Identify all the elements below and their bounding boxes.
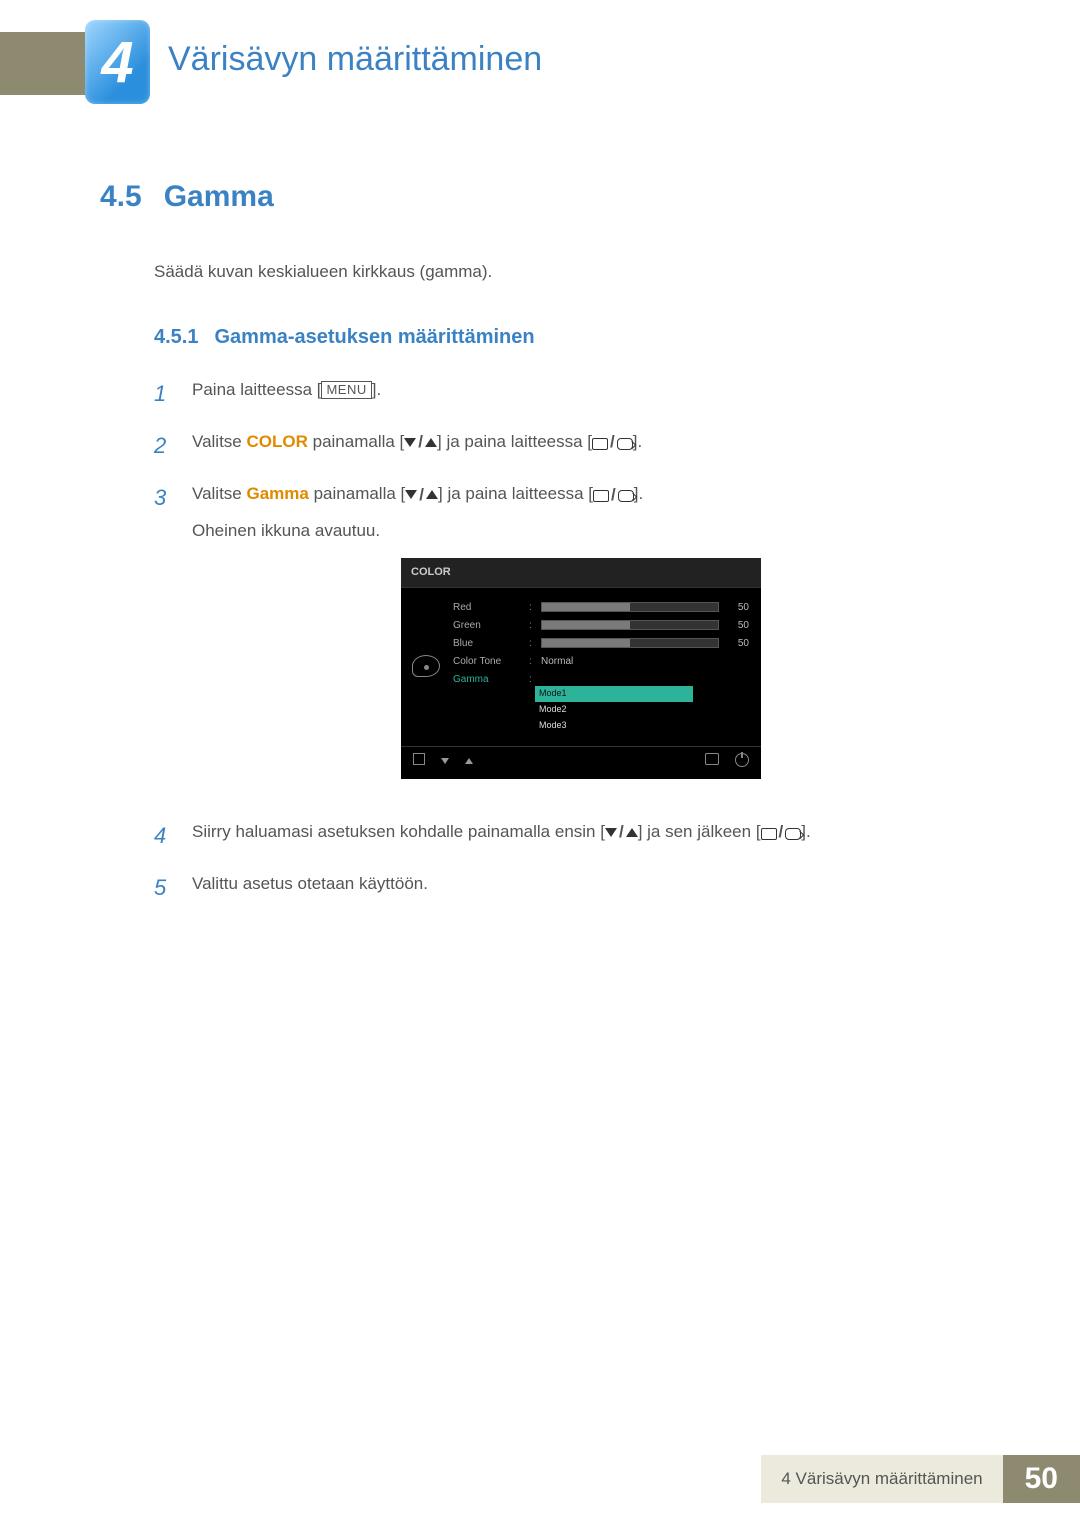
menu-button-label: MENU	[321, 381, 371, 399]
osd-label-highlight: Gamma	[453, 672, 523, 688]
step-text: ] ja sen jälkeen [	[638, 822, 761, 841]
step-text: Valitse	[192, 432, 247, 451]
power-icon	[735, 753, 749, 773]
section-heading: 4.5 Gamma	[100, 180, 970, 214]
step-text: ].	[372, 380, 381, 399]
palette-icon	[412, 655, 440, 677]
up-icon	[465, 753, 473, 773]
step-text: ].	[801, 822, 810, 841]
osd-row-red: Red : 50	[453, 598, 749, 616]
osd-text-value: Normal	[541, 654, 719, 670]
osd-slider	[541, 638, 719, 648]
down-up-arrows-icon: /	[404, 429, 437, 455]
step-followup: Oheinen ikkuna avautuu.	[192, 518, 970, 544]
osd-value: 50	[725, 636, 749, 652]
osd-mode-option: Mode3	[535, 718, 693, 734]
osd-label: Color Tone	[453, 654, 523, 670]
source-enter-icon: /	[761, 819, 802, 845]
osd-row-blue: Blue : 50	[453, 634, 749, 652]
osd-label: Red	[453, 600, 523, 616]
step-number: 4	[154, 819, 172, 853]
step-text: Paina laitteessa [	[192, 380, 321, 399]
subsection-number: 4.5.1	[154, 326, 198, 349]
osd-mode-selected: Mode1	[535, 686, 693, 702]
subsection-heading: 4.5.1 Gamma-asetuksen määrittäminen	[154, 326, 970, 349]
back-icon	[413, 753, 425, 773]
chapter-number: 4	[101, 29, 133, 96]
footer-chapter-label: 4 Värisävyn määrittäminen	[761, 1455, 1002, 1503]
osd-mode-option: Mode2	[535, 702, 693, 718]
step-text: painamalla [	[309, 484, 405, 503]
source-enter-icon: /	[593, 482, 634, 508]
step-text: Valittu asetus otetaan käyttöön.	[192, 871, 970, 905]
step-text: Siirry haluamasi asetuksen kohdalle pain…	[192, 822, 605, 841]
osd-label: Blue	[453, 636, 523, 652]
section-number: 4.5	[100, 180, 142, 214]
osd-label: Green	[453, 618, 523, 634]
osd-screenshot: COLOR Red : 50	[401, 558, 761, 779]
step-1: 1 Paina laitteessa [MENU].	[154, 377, 970, 411]
down-icon	[441, 753, 449, 773]
step-5: 5 Valittu asetus otetaan käyttöön.	[154, 871, 970, 905]
osd-value: 50	[725, 600, 749, 616]
emphasis-color: COLOR	[247, 432, 308, 451]
down-up-arrows-icon: /	[405, 482, 438, 508]
osd-slider	[541, 620, 719, 630]
osd-value: 50	[725, 618, 749, 634]
osd-title: COLOR	[401, 558, 761, 588]
source-enter-icon: /	[592, 429, 633, 455]
footer-page-number: 50	[1003, 1455, 1080, 1503]
step-number: 1	[154, 377, 172, 411]
step-text: ] ja paina laitteessa [	[437, 432, 592, 451]
step-text: ].	[634, 484, 643, 503]
subsection-title: Gamma-asetuksen määrittäminen	[214, 326, 534, 349]
step-text: Valitse	[192, 484, 247, 503]
down-up-arrows-icon: /	[605, 819, 638, 845]
osd-row-colortone: Color Tone : Normal	[453, 652, 749, 670]
osd-row-green: Green : 50	[453, 616, 749, 634]
section-intro: Säädä kuvan keskialueen kirkkaus (gamma)…	[154, 262, 970, 282]
step-number: 5	[154, 871, 172, 905]
step-text: ].	[633, 432, 642, 451]
chapter-title: Värisävyn määrittäminen	[168, 40, 542, 79]
osd-slider	[541, 602, 719, 612]
section-title: Gamma	[164, 180, 274, 214]
chapter-number-badge: 4	[85, 20, 150, 104]
page-footer: 4 Värisävyn määrittäminen 50	[761, 1455, 1080, 1503]
step-number: 3	[154, 481, 172, 801]
step-text: painamalla [	[308, 432, 404, 451]
step-text: ] ja paina laitteessa [	[438, 484, 593, 503]
osd-mode-list: Mode1 Mode2 Mode3	[535, 686, 749, 734]
emphasis-gamma: Gamma	[247, 484, 309, 503]
enter-icon	[705, 753, 719, 773]
step-number: 2	[154, 429, 172, 463]
step-3: 3 Valitse Gamma painamalla [/] ja paina …	[154, 481, 970, 801]
step-4: 4 Siirry haluamasi asetuksen kohdalle pa…	[154, 819, 970, 853]
osd-nav-bar	[401, 746, 761, 775]
step-2: 2 Valitse COLOR painamalla [/] ja paina …	[154, 429, 970, 463]
